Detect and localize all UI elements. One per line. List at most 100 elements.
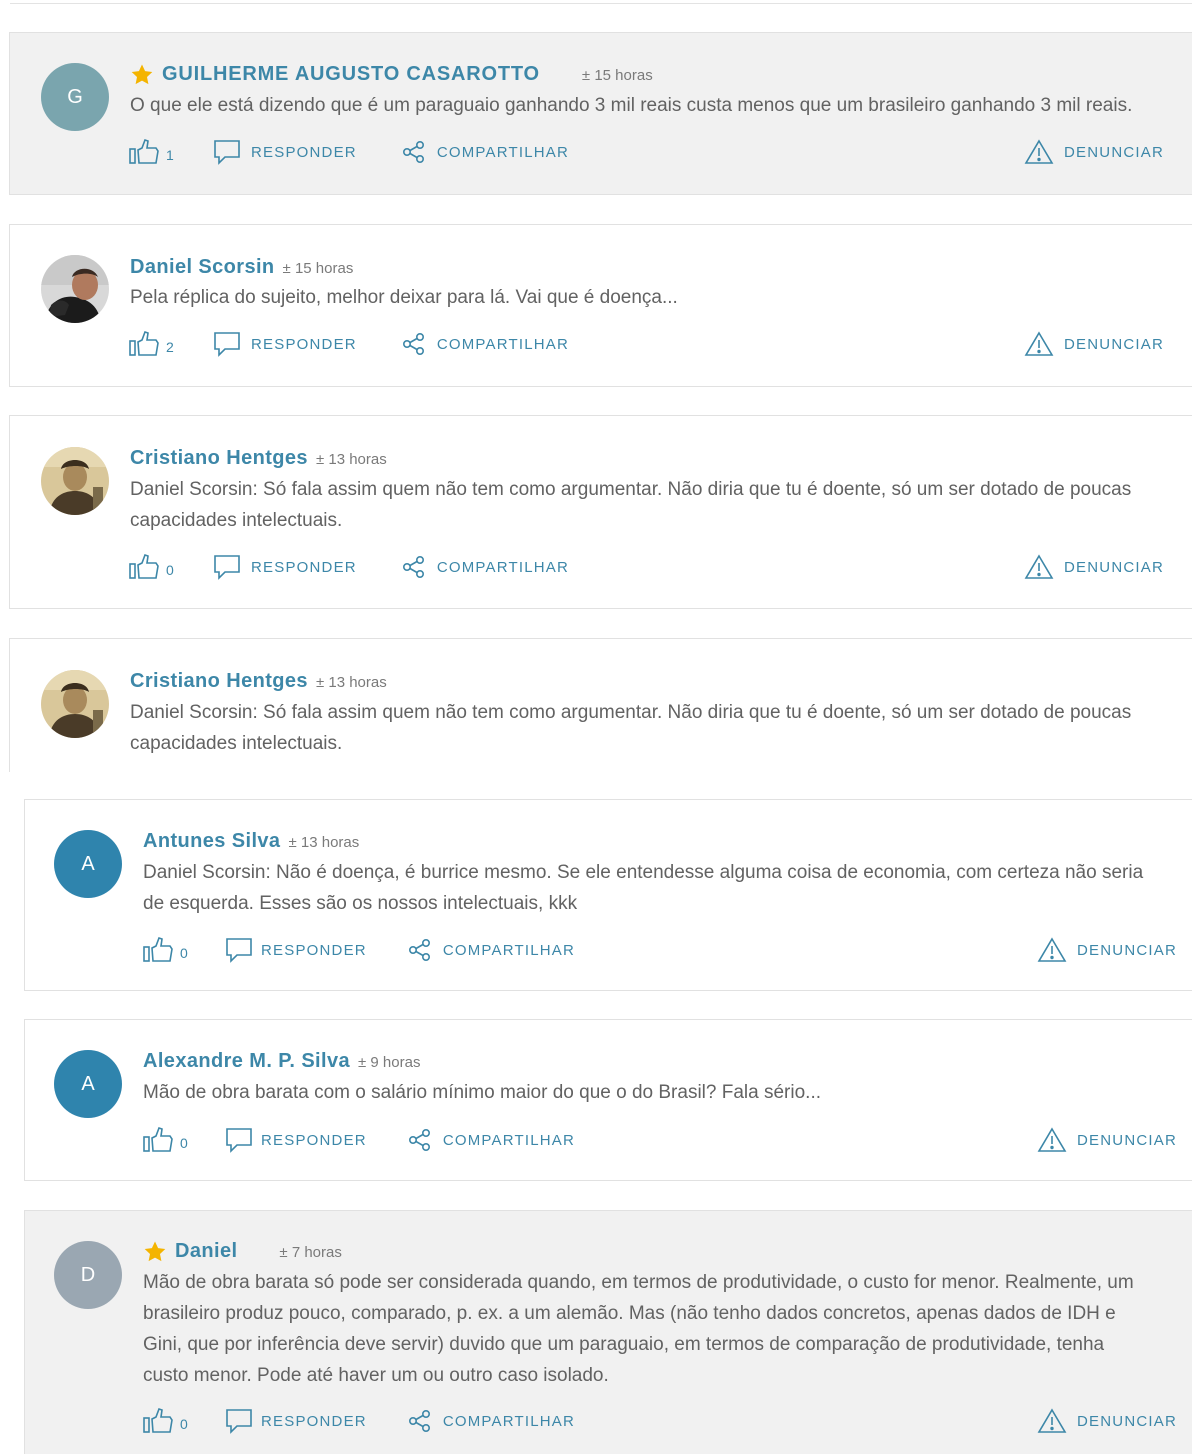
share-button[interactable]: COMPARTILHAR [401, 331, 569, 357]
share-icon [402, 555, 424, 578]
warning-icon [1037, 1127, 1067, 1152]
author-name[interactable]: Antunes Silva [143, 830, 280, 853]
speech-bubble-icon [214, 332, 240, 357]
report-button[interactable]: DENUNCIAR [1037, 1408, 1177, 1434]
reply-button[interactable]: RESPONDER [225, 936, 367, 964]
like-count: 0 [180, 1135, 189, 1151]
share-label: COMPARTILHAR [442, 1131, 576, 1149]
like-button[interactable]: 0 [128, 552, 175, 582]
like-button[interactable]: 0 [142, 935, 189, 965]
author-name[interactable]: Cristiano Hentges [130, 447, 308, 470]
thumbs-up-icon [129, 330, 159, 356]
star-icon [131, 64, 153, 85]
author-name[interactable]: Daniel Scorsin [130, 256, 275, 279]
warning-icon [1024, 139, 1054, 164]
like-count: 2 [166, 339, 175, 355]
profile-photo [41, 255, 109, 323]
report-label: DENUNCIAR [1064, 335, 1164, 353]
report-button[interactable]: DENUNCIAR [1024, 331, 1164, 357]
reply-label: RESPONDER [251, 143, 357, 161]
reply-label: RESPONDER [261, 941, 367, 959]
share-icon [408, 1128, 430, 1151]
avatar [41, 255, 109, 323]
avatar [41, 670, 109, 738]
star-icon [144, 1241, 166, 1262]
author-name[interactable]: GUILHERME AUGUSTO CASAROTTO [162, 63, 540, 86]
reply-label: RESPONDER [261, 1412, 367, 1430]
share-button[interactable]: COMPARTILHAR [401, 139, 569, 165]
share-label: COMPARTILHAR [442, 1412, 576, 1430]
comment-time: ± 13 horas [315, 674, 387, 691]
reply-button[interactable]: RESPONDER [213, 330, 357, 358]
comment-text: O que ele está dizendo que é um paraguai… [130, 95, 1133, 116]
speech-bubble-icon [226, 938, 252, 963]
like-button[interactable]: 0 [142, 1406, 189, 1436]
like-count: 0 [180, 945, 189, 961]
thumbs-up-icon [143, 936, 173, 962]
report-label: DENUNCIAR [1077, 1131, 1177, 1149]
comment-item: A Antunes Silva ± 13 horas Daniel Scorsi… [24, 799, 1192, 991]
comment-time: ± 13 horas [288, 834, 360, 851]
share-button[interactable]: COMPARTILHAR [407, 1127, 575, 1153]
report-button[interactable]: DENUNCIAR [1037, 937, 1177, 963]
comment-text: Pela réplica do sujeito, melhor deixar p… [130, 287, 678, 308]
reply-label: RESPONDER [251, 335, 357, 353]
reply-button[interactable]: RESPONDER [213, 553, 357, 581]
comment-time: ± 15 horas [581, 67, 653, 84]
like-button[interactable]: 2 [128, 329, 175, 359]
comment-item: G GUILHERME AUGUSTO CASAROTTO ± 15 horas… [9, 32, 1192, 195]
share-icon [402, 140, 424, 163]
avatar [41, 447, 109, 515]
comment-time: ± 15 horas [282, 260, 354, 277]
profile-photo [41, 670, 109, 738]
avatar: A [54, 830, 122, 898]
comment-item: Cristiano Hentges ± 13 horas Daniel Scor… [9, 415, 1192, 609]
avatar: A [54, 1050, 122, 1118]
share-button[interactable]: COMPARTILHAR [401, 554, 569, 580]
warning-icon [1024, 554, 1054, 579]
comment-item: D Daniel ± 7 horas Mão de obra barata só… [24, 1210, 1192, 1454]
reply-label: RESPONDER [261, 1131, 367, 1149]
share-button[interactable]: COMPARTILHAR [407, 1408, 575, 1434]
like-count: 0 [180, 1416, 189, 1432]
speech-bubble-icon [226, 1128, 252, 1153]
reply-button[interactable]: RESPONDER [213, 138, 357, 166]
reply-button[interactable]: RESPONDER [225, 1407, 367, 1435]
report-button[interactable]: DENUNCIAR [1024, 554, 1164, 580]
thumbs-up-icon [129, 553, 159, 579]
report-button[interactable]: DENUNCIAR [1037, 1127, 1177, 1153]
speech-bubble-icon [226, 1409, 252, 1434]
thumbs-up-icon [143, 1407, 173, 1433]
comment-text: Mão de obra barata com o salário mínimo … [143, 1082, 821, 1103]
share-button[interactable]: COMPARTILHAR [407, 937, 575, 963]
share-label: COMPARTILHAR [442, 941, 576, 959]
share-label: COMPARTILHAR [436, 143, 570, 161]
like-button[interactable]: 1 [128, 137, 175, 167]
author-name[interactable]: Alexandre M. P. Silva [143, 1050, 350, 1073]
author-name[interactable]: Daniel [175, 1240, 237, 1263]
comment-item: A Alexandre M. P. Silva ± 9 horas Mão de… [24, 1019, 1192, 1181]
report-button[interactable]: DENUNCIAR [1024, 139, 1164, 165]
warning-icon [1037, 937, 1067, 962]
share-icon [408, 938, 430, 961]
like-count: 1 [166, 147, 175, 163]
reply-button[interactable]: RESPONDER [225, 1126, 367, 1154]
like-button[interactable]: 0 [142, 1125, 189, 1155]
share-icon [402, 332, 424, 355]
share-label: COMPARTILHAR [436, 335, 570, 353]
speech-bubble-icon [214, 555, 240, 580]
top-divider [10, 3, 1192, 4]
report-label: DENUNCIAR [1064, 143, 1164, 161]
avatar: G [41, 63, 109, 131]
warning-icon [1037, 1408, 1067, 1433]
profile-photo [41, 447, 109, 515]
reply-label: RESPONDER [251, 558, 357, 576]
report-label: DENUNCIAR [1064, 558, 1164, 576]
speech-bubble-icon [214, 140, 240, 165]
thumbs-up-icon [143, 1126, 173, 1152]
report-label: DENUNCIAR [1077, 941, 1177, 959]
warning-icon [1024, 331, 1054, 356]
author-name[interactable]: Cristiano Hentges [130, 670, 308, 693]
comment-time: ± 9 horas [358, 1054, 421, 1071]
comment-time: ± 7 horas [279, 1244, 342, 1261]
